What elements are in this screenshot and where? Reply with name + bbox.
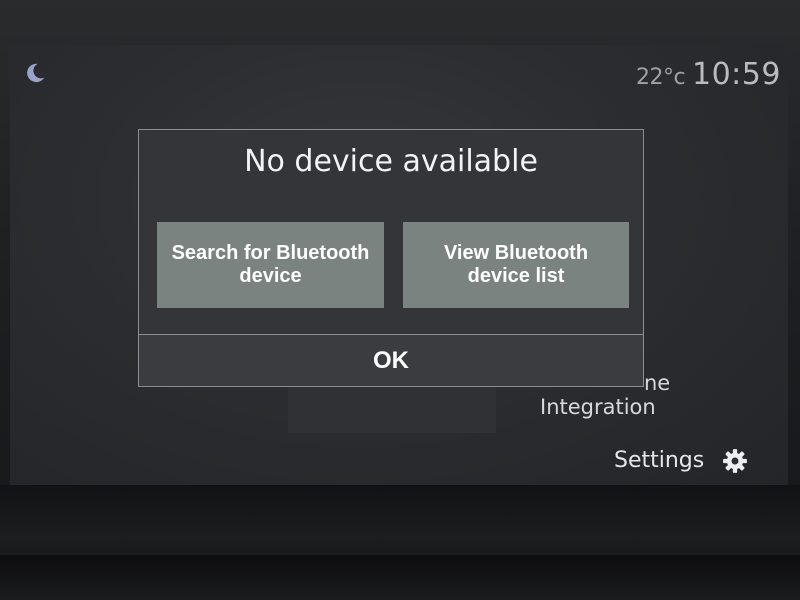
bezel-rim — [0, 555, 800, 600]
dialog-title: No device available — [244, 144, 538, 179]
ok-button[interactable]: OK — [139, 334, 643, 386]
gear-icon[interactable] — [722, 448, 748, 474]
phone-integration-label[interactable]: Integration — [540, 395, 656, 419]
no-device-dialog: No device available Search for Bluetooth… — [138, 129, 644, 387]
view-bluetooth-device-list-button[interactable]: View Bluetooth device list — [403, 222, 629, 308]
settings-label[interactable]: Settings — [614, 448, 704, 473]
outside-temperature: 22°c — [636, 65, 686, 90]
infotainment-screen: 22°c 10:59 ne Integration Settings No de… — [10, 45, 788, 485]
phone-integration-label-partial: ne — [644, 371, 671, 395]
moon-icon[interactable] — [24, 62, 46, 84]
search-bluetooth-device-button[interactable]: Search for Bluetooth device — [157, 222, 384, 308]
background-tile — [288, 385, 496, 433]
clock: 10:59 — [692, 57, 781, 92]
